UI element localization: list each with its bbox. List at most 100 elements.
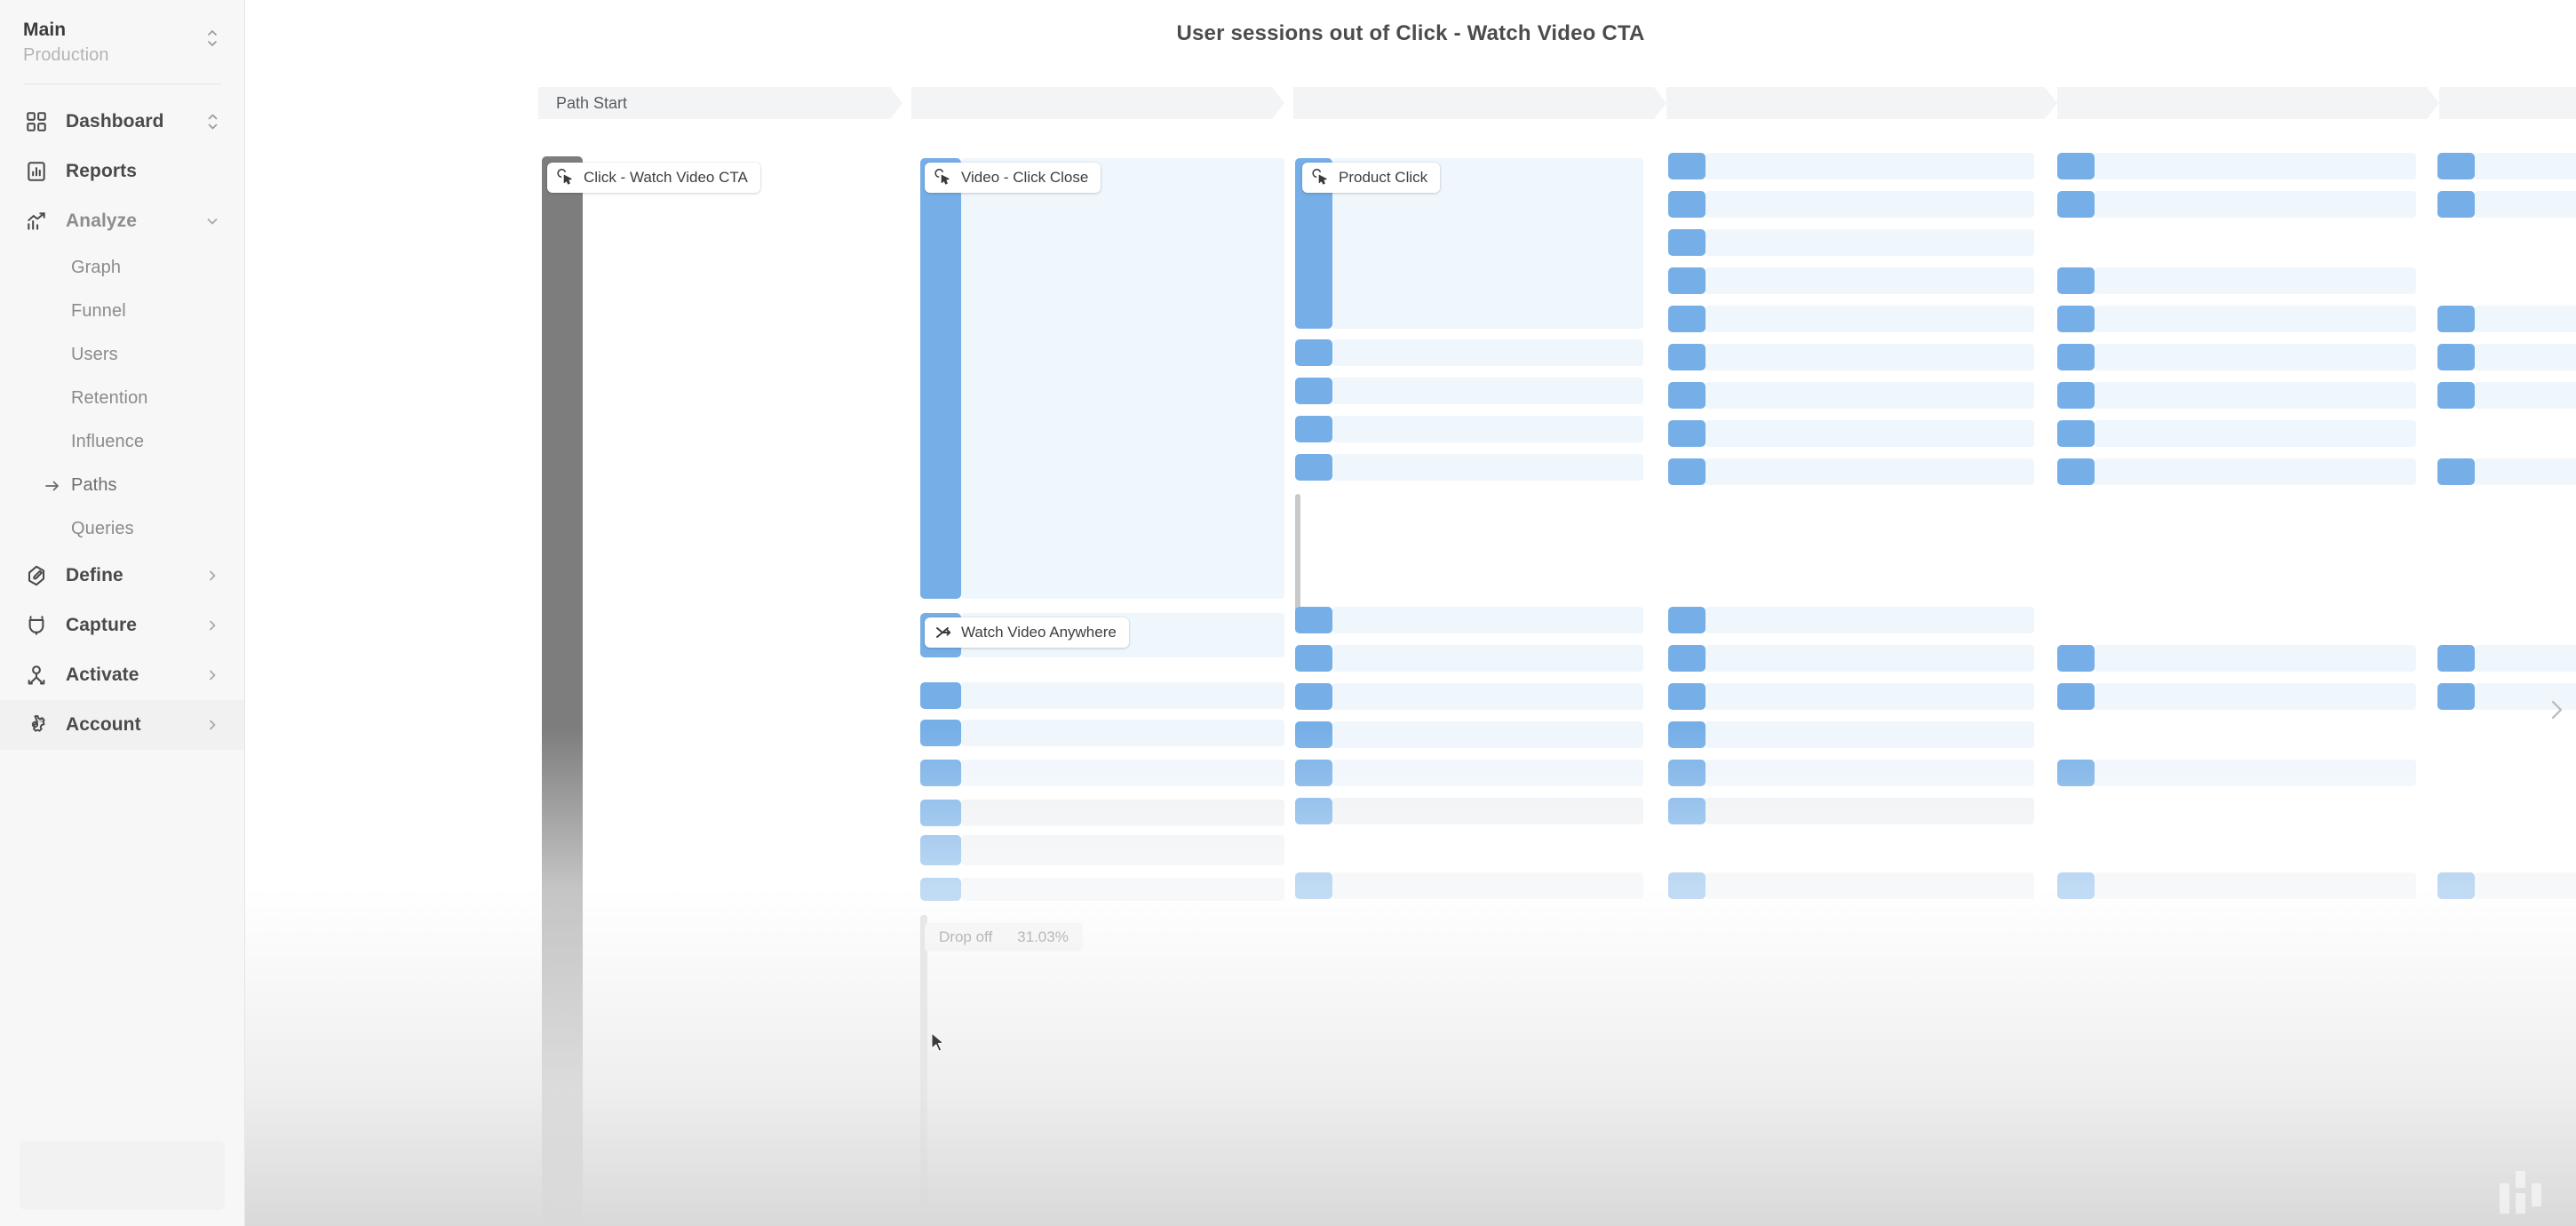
path-node-label-text: Click - Watch Video CTA <box>584 169 748 186</box>
path-node-bar[interactable] <box>2437 344 2475 370</box>
path-node-bar[interactable] <box>1668 721 1705 748</box>
path-node-label[interactable]: Watch Video Anywhere <box>925 617 1129 648</box>
sidebar-item-graph-label: Graph <box>71 258 122 277</box>
sidebar-item-capture[interactable]: Capture <box>0 601 244 650</box>
path-node-bar[interactable] <box>2057 683 2095 710</box>
sidebar-item-queries[interactable]: Queries <box>0 507 244 551</box>
path-node-bar[interactable] <box>2057 191 2095 218</box>
path-node-bar[interactable] <box>2057 344 2095 370</box>
flow-band <box>2095 760 2416 786</box>
chevron-right-icon[interactable] <box>205 718 219 732</box>
path-node-bar[interactable] <box>2437 645 2475 672</box>
flow-band <box>1705 382 2034 409</box>
path-node-bar[interactable] <box>2057 645 2095 672</box>
chevron-right-icon[interactable] <box>205 668 219 682</box>
dropoff-bar[interactable] <box>1295 494 1300 618</box>
path-node-bar[interactable] <box>1668 872 1705 899</box>
account-icon <box>23 712 50 738</box>
sidebar-item-paths[interactable]: Paths <box>0 464 244 507</box>
click-icon <box>1311 168 1331 187</box>
define-icon <box>23 562 50 589</box>
path-node-bar[interactable] <box>2057 306 2095 332</box>
path-node-bar[interactable] <box>1668 798 1705 824</box>
path-node-bar[interactable] <box>2437 191 2475 218</box>
path-node-bar[interactable] <box>1295 454 1332 481</box>
sidebar-item-funnel[interactable]: Funnel <box>0 290 244 333</box>
path-node-bar[interactable] <box>1668 306 1705 332</box>
path-node-bar[interactable] <box>2437 153 2475 179</box>
dropoff-chip[interactable]: Drop off 31.03% <box>925 923 1083 951</box>
path-node-bar[interactable] <box>2437 872 2475 899</box>
chevron-down-icon[interactable] <box>205 214 219 228</box>
dropoff-bar[interactable] <box>920 915 927 1208</box>
path-node-bar[interactable] <box>1295 872 1332 899</box>
path-node-label[interactable]: Video - Click Close <box>925 163 1101 193</box>
sidebar-item-retention[interactable]: Retention <box>0 377 244 420</box>
flow-band <box>2095 191 2416 218</box>
click-icon <box>934 168 953 187</box>
path-node-bar[interactable] <box>1668 645 1705 672</box>
path-node-bar[interactable] <box>1668 267 1705 294</box>
path-node-bar[interactable] <box>1668 607 1705 633</box>
flow-band <box>2475 645 2576 672</box>
sidebar-item-activate[interactable]: Activate <box>0 650 244 700</box>
path-node-bar[interactable] <box>1668 382 1705 409</box>
path-node-label[interactable]: Click - Watch Video CTA <box>547 163 760 193</box>
path-node-bar[interactable] <box>2437 306 2475 332</box>
next-step-chevron-right-icon[interactable] <box>2544 695 2569 725</box>
path-node-bar[interactable] <box>2057 872 2095 899</box>
path-node-bar[interactable] <box>1295 798 1332 824</box>
path-node-bar[interactable] <box>920 800 961 826</box>
path-node-bar[interactable] <box>2057 760 2095 786</box>
path-node-bar[interactable] <box>920 760 961 786</box>
sidebar-item-account[interactable]: Account <box>0 700 244 750</box>
path-node-label[interactable]: Product Click <box>1302 163 1441 193</box>
chevron-right-icon[interactable] <box>205 569 219 583</box>
path-node-bar[interactable] <box>1668 760 1705 786</box>
path-node-bar[interactable] <box>2057 382 2095 409</box>
path-node-bar[interactable] <box>920 720 961 746</box>
path-node-bar[interactable] <box>1668 191 1705 218</box>
path-node-bar[interactable] <box>1668 420 1705 447</box>
sidebar-item-users[interactable]: Users <box>0 333 244 377</box>
path-node-bar[interactable] <box>2057 153 2095 179</box>
sidebar-item-influence[interactable]: Influence <box>0 420 244 464</box>
project-switcher[interactable]: Main Production <box>0 0 244 66</box>
path-node-bar[interactable] <box>2437 382 2475 409</box>
sidebar-item-reports[interactable]: Reports <box>0 147 244 196</box>
project-switcher-updown-icon[interactable] <box>205 27 219 50</box>
path-node-bar[interactable] <box>1668 683 1705 710</box>
path-node-bar[interactable] <box>920 835 961 865</box>
flow-band <box>1705 191 2034 218</box>
path-node-bar[interactable] <box>1668 458 1705 485</box>
chevron-right-icon[interactable] <box>205 618 219 633</box>
path-node-bar[interactable] <box>1295 683 1332 710</box>
path-node-bar[interactable] <box>1668 153 1705 179</box>
path-node-bar[interactable] <box>1295 645 1332 672</box>
path-node-bar[interactable] <box>1668 344 1705 370</box>
path-node-bar[interactable] <box>920 682 961 709</box>
path-node-bar[interactable] <box>1295 416 1332 442</box>
flow-band <box>2095 344 2416 370</box>
path-node-bar[interactable] <box>1295 378 1332 404</box>
path-node-bar[interactable] <box>920 158 961 599</box>
path-node-bar[interactable] <box>542 156 583 1222</box>
sidebar-item-define[interactable]: Define <box>0 551 244 601</box>
sidebar-item-dashboard[interactable]: Dashboard <box>0 97 244 147</box>
path-node-bar[interactable] <box>1295 339 1332 366</box>
path-node-bar[interactable] <box>2057 458 2095 485</box>
path-node-bar[interactable] <box>2437 458 2475 485</box>
dashboard-updown-icon[interactable] <box>206 111 219 132</box>
path-node-bar[interactable] <box>2057 420 2095 447</box>
sidebar-nav: Dashboard Reports Analyze Graph Funnel U… <box>0 97 244 750</box>
sidebar-item-graph[interactable]: Graph <box>0 246 244 290</box>
sidebar-item-analyze[interactable]: Analyze <box>0 196 244 246</box>
path-node-bar[interactable] <box>1295 760 1332 786</box>
path-node-bar[interactable] <box>920 878 961 901</box>
path-node-bar[interactable] <box>1295 721 1332 748</box>
sidebar-footer-card[interactable] <box>20 1141 225 1210</box>
path-node-bar[interactable] <box>1295 607 1332 633</box>
path-node-bar[interactable] <box>2437 683 2475 710</box>
path-node-bar[interactable] <box>1668 229 1705 256</box>
path-node-bar[interactable] <box>2057 267 2095 294</box>
